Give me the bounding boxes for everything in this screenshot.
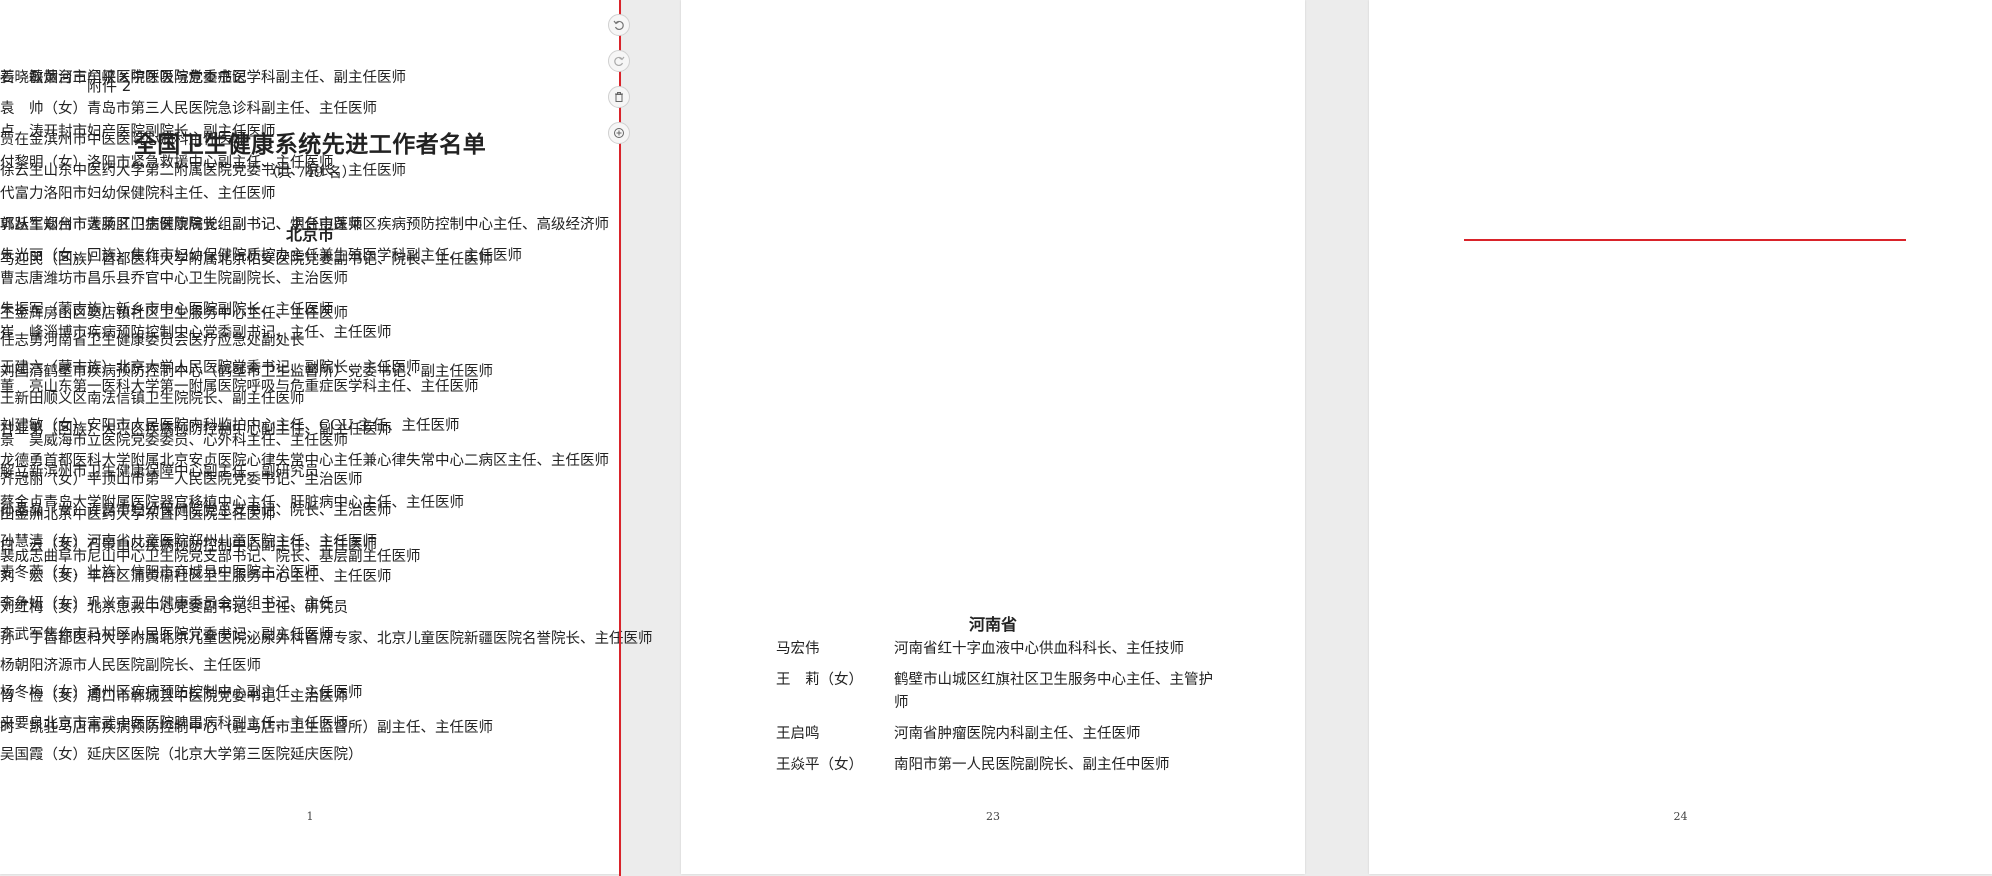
list-item: 孙慧清（女） 河南省儿童医院郑州儿童医院主任、主任医师 <box>0 531 377 554</box>
person-name: 王焱平（女） <box>776 757 863 773</box>
person-title: 许昌市妇幼保健院党总支书记、院长、主治医师 <box>87 503 392 519</box>
person-name: 时 凯 <box>0 720 44 736</box>
person-title: 洛阳市妇幼保健院科主任、主任医师 <box>43 186 276 202</box>
person-name: 李争妍（女） <box>0 596 87 612</box>
list-item: 卢 涛开封市妇产医院副院长、副主任医师 <box>0 121 276 144</box>
person-name: 刘建敏（女） <box>0 418 87 434</box>
person-title: 青岛市第三人民医院急诊科副主任、主任医师 <box>87 101 377 117</box>
person-name: 卢 涛 <box>0 124 44 140</box>
person-title: 黄河三门峡医院呼吸与危重症医学科副主任、副主任医师 <box>43 70 407 86</box>
list-item: 王 莉（女） 鹤壁市山城区红旗社区卫生服务中心主任、主管护师 <box>776 669 1219 714</box>
person-title: 安阳市人民医院内科监护中心主任、CCU 主任、主任医师 <box>87 418 460 434</box>
annotation-underline <box>1464 239 1906 241</box>
page-24: 24 <box>1369 0 1992 874</box>
person-name: 李武军 <box>0 627 44 643</box>
person-title: 焦作市妇幼保健院质控办主任兼生殖医学科副主任、主任医师 <box>130 248 523 264</box>
person-title: 郑州市大肠肛门病医院院长、副书记、主任中医师 <box>43 217 363 233</box>
page-toolbar <box>608 14 632 158</box>
person-title: 鹤壁市疾病预防控制中心（鹤壁市卫生监督所）党委书记、副主任医师 <box>43 364 494 380</box>
person-title: 焦作市马村区人民医院党委书记、副主任医师 <box>43 627 334 643</box>
person-name: 杨朝阳 <box>0 658 44 674</box>
person-title: 驻马店市疾病预防控制中心（驻马店市卫生监督所）副主任、主任医师 <box>43 720 494 736</box>
person-name: 巩跃生 <box>0 217 44 233</box>
list-item: 李争妍（女） 巩义市卫生健康委员会党组书记、主任 <box>0 593 334 616</box>
list-item: 马宏伟 河南省红十字血液中心供血科科长、主任技师 <box>776 638 1219 661</box>
list-item: 吴国霞（女） 延庆区医院（北京大学第三医院延庆医院） <box>0 744 363 767</box>
page-number: 1 <box>306 810 314 823</box>
list-item: 朱光丽（女，回族） 焦作市妇幼保健院质控办主任兼生殖医学科副主任、主任医师 <box>0 245 522 268</box>
person-title: 河南省儿童医院郑州儿童医院主任、主任医师 <box>87 534 377 550</box>
page-number: 24 <box>1673 810 1688 823</box>
page-number: 23 <box>986 810 1000 823</box>
person-name: 齐冠丽（女） <box>0 472 87 488</box>
region-heading-henan: 河南省 <box>968 615 1017 634</box>
rotate-right-icon[interactable] <box>608 50 630 72</box>
trash-icon[interactable] <box>608 86 630 108</box>
person-name: 孙晶晶（女） <box>0 503 87 519</box>
person-title: 开封市妇产医院副院长、副主任医师 <box>43 124 276 140</box>
person-title: 济源市人民医院副院长、主任医师 <box>43 658 262 674</box>
list-item: 任志勇 河南省卫生健康委员会医疗应急处副处长 <box>0 330 305 353</box>
rotate-left-icon[interactable] <box>608 14 630 36</box>
list-item: 付黎明（女） 洛阳市紧急救援中心副主任、主任医师 <box>0 152 334 175</box>
list-item: 肖 俭（女） 周口市郸城县中医院党委书记、主治医师 <box>0 686 348 709</box>
list-item: 曹志唐 潍坊市昌乐县乔官中心卫生院副院长、主治医师 <box>0 268 348 291</box>
person-name: 吴国霞（女） <box>0 747 87 763</box>
person-title: 河南省肿瘤医院内科副主任、主任医师 <box>894 726 1141 742</box>
person-title: 河南省卫生健康委员会医疗应急处副处长 <box>43 333 305 349</box>
person-title: 河南省红十字血液中心供血科科长、主任技师 <box>894 641 1184 657</box>
person-name: 任志勇 <box>0 333 44 349</box>
list-item: 刘建敏（女） 安阳市人民医院内科监护中心主任、CCU 主任、主任医师 <box>0 415 460 438</box>
list-item: 李武军 焦作市马村区人民医院党委书记、副主任医师 <box>0 624 334 647</box>
person-title: 新乡市中心医院副院长、主任医师 <box>116 302 334 318</box>
list-item: 杨朝阳 济源市人民医院副院长、主任医师 <box>0 655 261 678</box>
person-title: 周口市郸城县中医院党委书记、主治医师 <box>87 689 348 705</box>
list-item: 朱振军（蒙古族） 新乡市中心医院副院长、主任医师 <box>0 299 334 322</box>
list-item: 袁 帅（女） 青岛市第三人民医院急诊科副主任、主任医师 <box>0 98 377 121</box>
person-name: 刘国清 <box>0 364 44 380</box>
list-item: 刘国清 鹤壁市疾病预防控制中心（鹤壁市卫生监督所）党委书记、副主任医师 <box>0 361 493 384</box>
person-name: 肖 俭（女） <box>0 689 87 705</box>
person-title: 信阳市商城县中医院主治医师 <box>130 565 320 581</box>
person-name: 付黎明（女） <box>0 155 87 171</box>
person-name: 麦冬燕（女，壮族） <box>0 565 131 581</box>
person-title: 潍坊市昌乐县乔官中心卫生院副院长、主治医师 <box>43 271 349 287</box>
list-item: 时 凯驻马店市疾病预防控制中心（驻马店市卫生监督所）副主任、主任医师 <box>0 717 493 740</box>
person-title: 平顶山市第一人民医院党委书记、主治医师 <box>87 472 363 488</box>
list-item: 巩跃生 郑州市大肠肛门病医院院长、副书记、主任中医师 <box>0 214 363 237</box>
list-item: 齐冠丽（女） 平顶山市第一人民医院党委书记、主治医师 <box>0 469 363 492</box>
person-name: 朱光丽（女，回族） <box>0 248 131 264</box>
person-name: 孙慧清（女） <box>0 534 87 550</box>
person-title: 南阳市第一人民医院副院长、副主任中医师 <box>894 757 1170 773</box>
list-item: 王焱平（女） 南阳市第一人民医院副院长、副主任中医师 <box>776 754 1219 777</box>
person-name: 代富力 <box>0 186 44 202</box>
person-title: 洛阳市紧急救援中心副主任、主任医师 <box>87 155 334 171</box>
list-item: 孙晶晶（女） 许昌市妇幼保健院党总支书记、院长、主治医师 <box>0 500 392 523</box>
person-name: 马宏伟 <box>776 641 820 657</box>
zoom-in-icon[interactable] <box>608 122 630 144</box>
person-name: 朱振军（蒙古族） <box>0 302 116 318</box>
list-item: 代富力 洛阳市妇幼保健院科主任、主任医师 <box>0 183 276 206</box>
person-name: 曹志唐 <box>0 271 44 287</box>
list-item: 麦冬燕（女，壮族） 信阳市商城县中医院主治医师 <box>0 562 319 585</box>
person-name: 袁 帅（女） <box>0 101 87 117</box>
person-name: 王启鸣 <box>776 726 820 742</box>
person-title: 鹤壁市山城区红旗社区卫生服务中心主任、主管护师 <box>894 672 1213 711</box>
list-item: 王启鸣 河南省肿瘤医院内科副主任、主任医师 <box>776 723 1219 746</box>
list-item: 石 磊黄河三门峡医院呼吸与危重症医学科副主任、副主任医师 <box>0 67 406 90</box>
person-name: 王 莉（女） <box>776 672 863 688</box>
person-title: 巩义市卫生健康委员会党组书记、主任 <box>87 596 334 612</box>
person-name: 石 磊 <box>0 70 44 86</box>
person-title: 延庆区医院（北京大学第三医院延庆医院） <box>87 747 363 763</box>
